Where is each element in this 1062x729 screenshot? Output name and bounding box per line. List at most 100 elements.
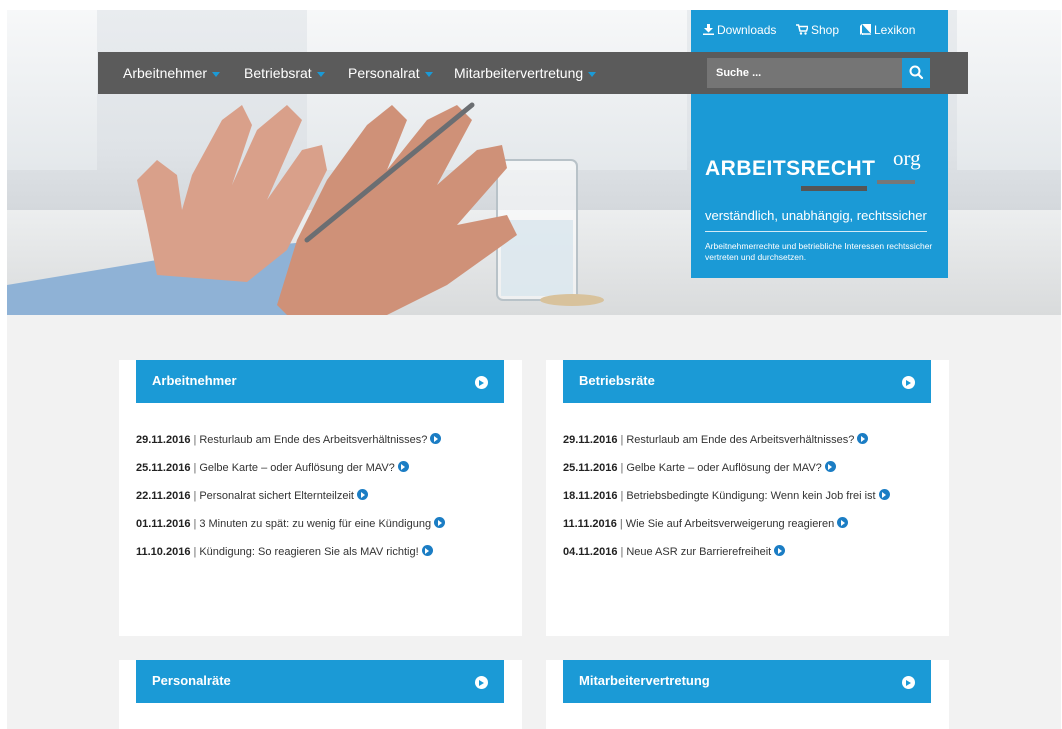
- separator: |: [619, 518, 623, 530]
- news-item[interactable]: 22.11.2016 | Personalrat sichert Elterntei…: [136, 488, 486, 504]
- circle-arrow-right-icon[interactable]: [475, 376, 488, 389]
- search-input[interactable]: [707, 58, 902, 88]
- divider: [705, 231, 927, 232]
- search-button[interactable]: [902, 58, 930, 88]
- news-item[interactable]: 25.11.2016 | Gelbe Karte – oder Auflösung …: [136, 460, 486, 476]
- separator: |: [193, 490, 197, 502]
- card-header[interactable]: Mitarbeitervertretung: [563, 660, 931, 703]
- news-date: 04.11.2016: [563, 546, 618, 558]
- circle-arrow-right-icon[interactable]: [878, 489, 890, 500]
- news-date: 25.11.2016: [136, 462, 191, 474]
- nav-item-betriebsrat[interactable]: Betriebsrat: [244, 52, 325, 94]
- circle-arrow-right-icon[interactable]: [857, 433, 869, 444]
- news-item[interactable]: 29.11.2016 | Resturlaub am Ende des Arbeit…: [563, 432, 893, 448]
- news-item[interactable]: 11.11.2016 | Wie Sie auf Arbeitsverweigeru…: [563, 516, 893, 532]
- news-date: 18.11.2016: [563, 490, 618, 502]
- news-item[interactable]: 04.11.2016 | Neue ASR zur Barrierefreiheit: [563, 544, 893, 560]
- news-date: 22.11.2016: [136, 490, 191, 502]
- nav-item-label: Betriebsrat: [244, 65, 312, 81]
- caret-down-icon: [424, 71, 433, 77]
- card-title: Arbeitnehmer: [152, 373, 237, 388]
- card-betriebsraete: Betriebsräte 29.11.2016 | Resturlaub am En…: [546, 360, 949, 636]
- nav-item-arbeitnehmer[interactable]: Arbeitnehmer: [123, 52, 221, 94]
- card-mitarbeitervertretung: Mitarbeitervertretung: [546, 660, 949, 729]
- news-title[interactable]: Gelbe Karte – oder Auflösung der MAV?: [199, 462, 394, 474]
- separator: |: [193, 518, 197, 530]
- page: Downloads Shop Lexikon Arbeitnehmer Betr…: [7, 10, 1061, 729]
- news-date: 25.11.2016: [563, 462, 618, 474]
- news-item[interactable]: 18.11.2016 | Betriebsbedingte Kündigung: W…: [563, 488, 893, 504]
- news-date: 11.10.2016: [136, 546, 191, 558]
- circle-arrow-right-icon[interactable]: [397, 461, 409, 472]
- news-item[interactable]: 11.10.2016 | Kündigung: So reagieren Sie a…: [136, 544, 486, 560]
- nav-item-label: Mitarbeitervertretung: [454, 65, 584, 81]
- brand-underline: [801, 186, 867, 191]
- book-icon: [860, 24, 871, 35]
- top-links-bar: Downloads Shop Lexikon: [691, 10, 948, 52]
- card-title: Mitarbeitervertretung: [579, 673, 710, 688]
- lexikon-link[interactable]: Lexikon: [860, 23, 915, 37]
- download-icon: [703, 24, 714, 35]
- news-date: 01.11.2016: [136, 518, 191, 530]
- news-list: 29.11.2016 | Resturlaub am Ende des Arbeit…: [136, 432, 486, 572]
- circle-arrow-right-icon[interactable]: [357, 489, 368, 500]
- card-header[interactable]: Betriebsräte: [563, 360, 931, 403]
- search-box: [707, 58, 935, 88]
- main-nav: Arbeitnehmer Betriebsrat Personalrat Mit…: [98, 52, 968, 94]
- news-item[interactable]: 29.11.2016 | Resturlaub am Ende des Arbeit…: [136, 432, 486, 448]
- separator: |: [620, 490, 624, 502]
- shop-link[interactable]: Shop: [796, 23, 839, 37]
- nav-item-mitarbeitervertretung[interactable]: Mitarbeitervertretung: [454, 52, 597, 94]
- circle-arrow-right-icon[interactable]: [837, 517, 849, 528]
- card-title: Betriebsräte: [579, 373, 655, 388]
- downloads-label: Downloads: [717, 23, 777, 37]
- news-title[interactable]: Kündigung: So reagieren Sie als MAV rich…: [199, 546, 418, 558]
- caret-down-icon: [212, 71, 221, 77]
- card-header[interactable]: Personalräte: [136, 660, 504, 703]
- nav-item-label: Personalrat: [348, 65, 420, 81]
- separator: |: [193, 434, 197, 446]
- circle-arrow-right-icon[interactable]: [430, 433, 442, 444]
- circle-arrow-right-icon[interactable]: [902, 376, 915, 389]
- nav-item-personalrat[interactable]: Personalrat: [348, 52, 433, 94]
- news-title[interactable]: 3 Minuten zu spät: zu wenig für eine Kün…: [199, 518, 431, 530]
- circle-arrow-right-icon[interactable]: [902, 676, 915, 689]
- news-item[interactable]: 01.11.2016 | 3 Minuten zu spät: zu wenig f…: [136, 516, 486, 532]
- circle-arrow-right-icon[interactable]: [475, 676, 488, 689]
- news-date: 29.11.2016: [563, 434, 618, 446]
- downloads-link[interactable]: Downloads: [703, 23, 776, 37]
- caret-down-icon: [316, 71, 325, 77]
- circle-arrow-right-icon[interactable]: [824, 461, 836, 472]
- brand-description: Arbeitnehmerrechte und betriebliche Inte…: [705, 241, 933, 262]
- separator: |: [193, 546, 197, 558]
- circle-arrow-right-icon[interactable]: [421, 545, 433, 556]
- card-header[interactable]: Arbeitnehmer: [136, 360, 504, 403]
- cart-icon: [796, 24, 810, 35]
- news-list: 29.11.2016 | Resturlaub am Ende des Arbeit…: [563, 432, 893, 572]
- brand-logo[interactable]: ARBEITSRECHT: [705, 157, 876, 181]
- circle-arrow-right-icon[interactable]: [774, 545, 786, 556]
- card-personalraete: Personalräte: [119, 660, 522, 729]
- news-title[interactable]: Personalrat sichert Elternteilzeit: [199, 490, 354, 502]
- brand-tagline: verständlich, unabhängig, rechtssicher: [705, 208, 927, 223]
- caret-down-icon: [588, 71, 597, 77]
- news-title[interactable]: Resturlaub am Ende des Arbeitsverhältnis…: [199, 434, 427, 446]
- nav-item-label: Arbeitnehmer: [123, 65, 208, 81]
- search-icon: [909, 65, 924, 80]
- news-title[interactable]: Resturlaub am Ende des Arbeitsverhältnis…: [626, 434, 854, 446]
- brand-underline: [877, 180, 915, 184]
- news-item[interactable]: 25.11.2016 | Gelbe Karte – oder Auflösung …: [563, 460, 893, 476]
- news-date: 29.11.2016: [136, 434, 191, 446]
- card-arbeitnehmer: Arbeitnehmer 29.11.2016 | Resturlaub am En…: [119, 360, 522, 636]
- news-title[interactable]: Wie Sie auf Arbeitsverweigerung reagiere…: [626, 518, 835, 530]
- circle-arrow-right-icon[interactable]: [434, 517, 446, 528]
- news-title[interactable]: Neue ASR zur Barrierefreiheit: [626, 546, 771, 558]
- brand-panel: ARBEITSRECHT org verständlich, unabhängi…: [691, 94, 948, 278]
- brand-tld: org: [893, 146, 921, 170]
- lexikon-label: Lexikon: [874, 23, 916, 37]
- news-date: 11.11.2016: [563, 518, 617, 530]
- separator: |: [620, 462, 624, 474]
- shop-label: Shop: [811, 23, 840, 37]
- news-title[interactable]: Gelbe Karte – oder Auflösung der MAV?: [626, 462, 821, 474]
- news-title[interactable]: Betriebsbedingte Kündigung: Wenn kein Jo…: [626, 490, 875, 502]
